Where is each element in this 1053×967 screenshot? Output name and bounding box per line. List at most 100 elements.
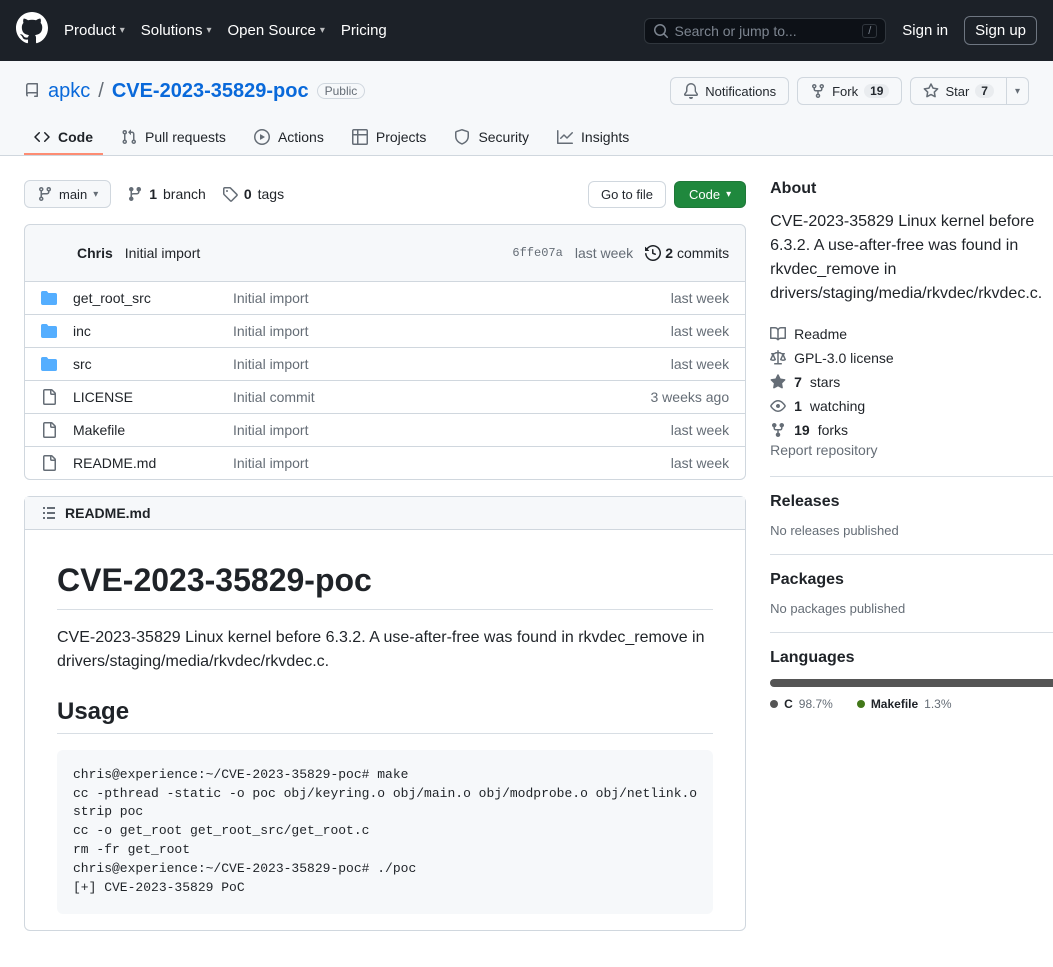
repo-icon [24, 83, 40, 99]
folder-icon [41, 323, 57, 339]
shield-icon [454, 129, 470, 145]
repo-name-link[interactable]: CVE-2023-35829-poc [112, 80, 309, 103]
file-name-link[interactable]: inc [73, 323, 91, 339]
tab-actions[interactable]: Actions [244, 121, 334, 155]
code-icon [34, 129, 50, 145]
lang-dot [857, 700, 865, 708]
tab-projects[interactable]: Projects [342, 121, 437, 155]
releases-empty: No releases published [770, 523, 1053, 538]
readme-link[interactable]: Readme [770, 322, 1053, 346]
file-row: inc Initial import last week [25, 314, 745, 347]
branch-icon [37, 186, 53, 202]
watchers-link[interactable]: 1 watching [770, 394, 1053, 418]
languages-heading: Languages [770, 649, 1053, 667]
readme-h2: Usage [57, 698, 713, 734]
file-icon [41, 422, 57, 438]
commit-sha[interactable]: 6ffe07a [512, 246, 562, 260]
tab-security[interactable]: Security [444, 121, 539, 155]
book-icon [770, 326, 786, 342]
tags-link[interactable]: 0 tags [222, 186, 284, 202]
sign-in-link[interactable]: Sign in [902, 22, 948, 39]
code-dropdown[interactable]: Code ▾ [674, 181, 746, 208]
fork-button[interactable]: Fork 19 [797, 77, 902, 105]
folder-icon [41, 356, 57, 372]
repo-tabs: Code Pull requests Actions Projects Secu… [24, 121, 1029, 155]
commit-message[interactable]: Initial import [125, 245, 200, 261]
commits-link[interactable]: 2 commits [645, 245, 729, 261]
global-header: Product▾ Solutions▾ Open Source▾ Pricing… [0, 0, 1053, 61]
star-icon [770, 374, 786, 390]
license-link[interactable]: GPL-3.0 license [770, 346, 1053, 370]
main-content: main ▾ 1 branch 0 tags Go to file Code ▾ [0, 156, 1053, 955]
stars-link[interactable]: 7 stars [770, 370, 1053, 394]
tag-icon [222, 186, 238, 202]
search-icon [653, 23, 669, 39]
star-button[interactable]: Star 7 [910, 77, 1007, 105]
eye-icon [770, 398, 786, 414]
file-commit-msg[interactable]: Initial import [233, 455, 308, 471]
file-name-link[interactable]: get_root_src [73, 290, 151, 306]
tab-code[interactable]: Code [24, 121, 103, 155]
readme-box: README.md CVE-2023-35829-poc CVE-2023-35… [24, 496, 746, 931]
play-icon [254, 129, 270, 145]
tab-insights[interactable]: Insights [547, 121, 639, 155]
folder-icon [41, 290, 57, 306]
file-icon [41, 389, 57, 405]
file-ago: last week [671, 290, 729, 306]
latest-commit-bar: Chris Initial import 6ffe07a last week 2… [24, 224, 746, 282]
file-commit-msg[interactable]: Initial import [233, 323, 308, 339]
lang-item[interactable]: C 98.7% [770, 697, 833, 711]
github-logo[interactable] [16, 12, 48, 49]
graph-icon [557, 129, 573, 145]
file-name-link[interactable]: LICENSE [73, 389, 133, 405]
language-list: C 98.7% Makefile 1.3% [770, 697, 1053, 711]
go-to-file-button[interactable]: Go to file [588, 181, 666, 208]
readme-paragraph: CVE-2023-35829 Linux kernel before 6.3.2… [57, 626, 713, 674]
file-name-link[interactable]: Makefile [73, 422, 125, 438]
owner-link[interactable]: apkc [48, 80, 90, 103]
file-name-link[interactable]: README.md [73, 455, 156, 471]
notifications-button[interactable]: Notifications [670, 77, 789, 105]
about-heading: About [770, 180, 1053, 198]
fork-icon [810, 83, 826, 99]
file-commit-msg[interactable]: Initial import [233, 290, 308, 306]
fork-count: 19 [864, 84, 889, 98]
bell-icon [683, 83, 699, 99]
file-name-link[interactable]: src [73, 356, 92, 372]
repo-header: apkc / CVE-2023-35829-poc Public Notific… [0, 61, 1053, 156]
avatar [41, 241, 65, 265]
packages-empty: No packages published [770, 601, 1053, 616]
file-row: README.mdInitial importlast week [25, 446, 745, 479]
star-dropdown[interactable]: ▾ [1007, 77, 1029, 105]
file-commit-msg[interactable]: Initial import [233, 356, 308, 372]
branches-link[interactable]: 1 branch [127, 186, 206, 202]
branch-picker[interactable]: main ▾ [24, 180, 111, 208]
commit-author[interactable]: Chris [77, 245, 113, 261]
file-ago: last week [671, 323, 729, 339]
nav-product[interactable]: Product▾ [64, 22, 125, 39]
sign-up-button[interactable]: Sign up [964, 16, 1037, 45]
tab-pull-requests[interactable]: Pull requests [111, 121, 236, 155]
releases-heading: Releases [770, 493, 1053, 511]
packages-section: Packages No packages published [770, 571, 1053, 633]
nav-solutions[interactable]: Solutions▾ [141, 22, 212, 39]
file-ago: last week [671, 422, 729, 438]
file-column: main ▾ 1 branch 0 tags Go to file Code ▾ [24, 180, 746, 931]
readme-filename-link[interactable]: README.md [65, 505, 151, 521]
readme-h1: CVE-2023-35829-poc [57, 562, 713, 610]
nav-pricing[interactable]: Pricing [341, 22, 387, 39]
readme-code-block: chris@experience:~/CVE-2023-35829-poc# m… [57, 750, 713, 914]
file-commit-msg[interactable]: Initial commit [233, 389, 315, 405]
table-icon [352, 129, 368, 145]
lang-item[interactable]: Makefile 1.3% [857, 697, 952, 711]
file-ago: 3 weeks ago [651, 389, 730, 405]
packages-heading: Packages [770, 571, 1053, 589]
file-row: srcInitial importlast week [25, 347, 745, 380]
commit-relative-time: last week [575, 245, 633, 261]
report-repo-link[interactable]: Report repository [770, 434, 877, 458]
lang-dot [770, 700, 778, 708]
list-icon [41, 505, 57, 521]
search-input[interactable]: Search or jump to... / [644, 18, 887, 44]
file-commit-msg[interactable]: Initial import [233, 422, 308, 438]
nav-open-source[interactable]: Open Source▾ [227, 22, 324, 39]
